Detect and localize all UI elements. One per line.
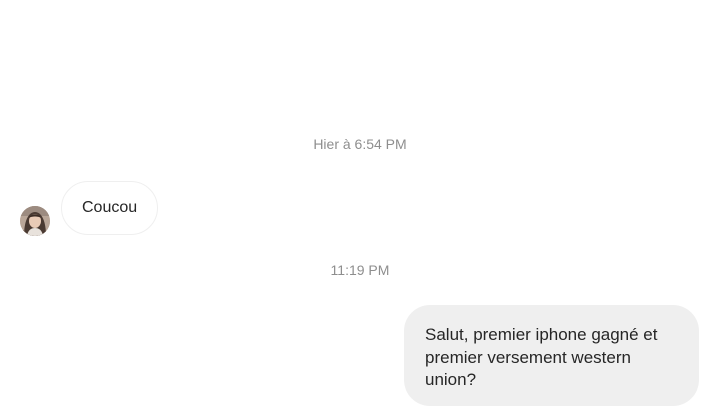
message-timestamp: Hier à 6:54 PM: [313, 136, 407, 152]
incoming-message-bubble[interactable]: Coucou: [61, 181, 159, 235]
avatar-photo-icon: [20, 206, 50, 236]
message-timestamp: 11:19 PM: [330, 262, 390, 278]
contact-avatar[interactable]: [20, 206, 50, 236]
outgoing-message-bubble[interactable]: Salut, premier iphone gagné et premier v…: [404, 305, 699, 406]
message-thread: Hier à 6:54 PM Coucou 11:19 PM Salut, pr…: [0, 0, 708, 420]
